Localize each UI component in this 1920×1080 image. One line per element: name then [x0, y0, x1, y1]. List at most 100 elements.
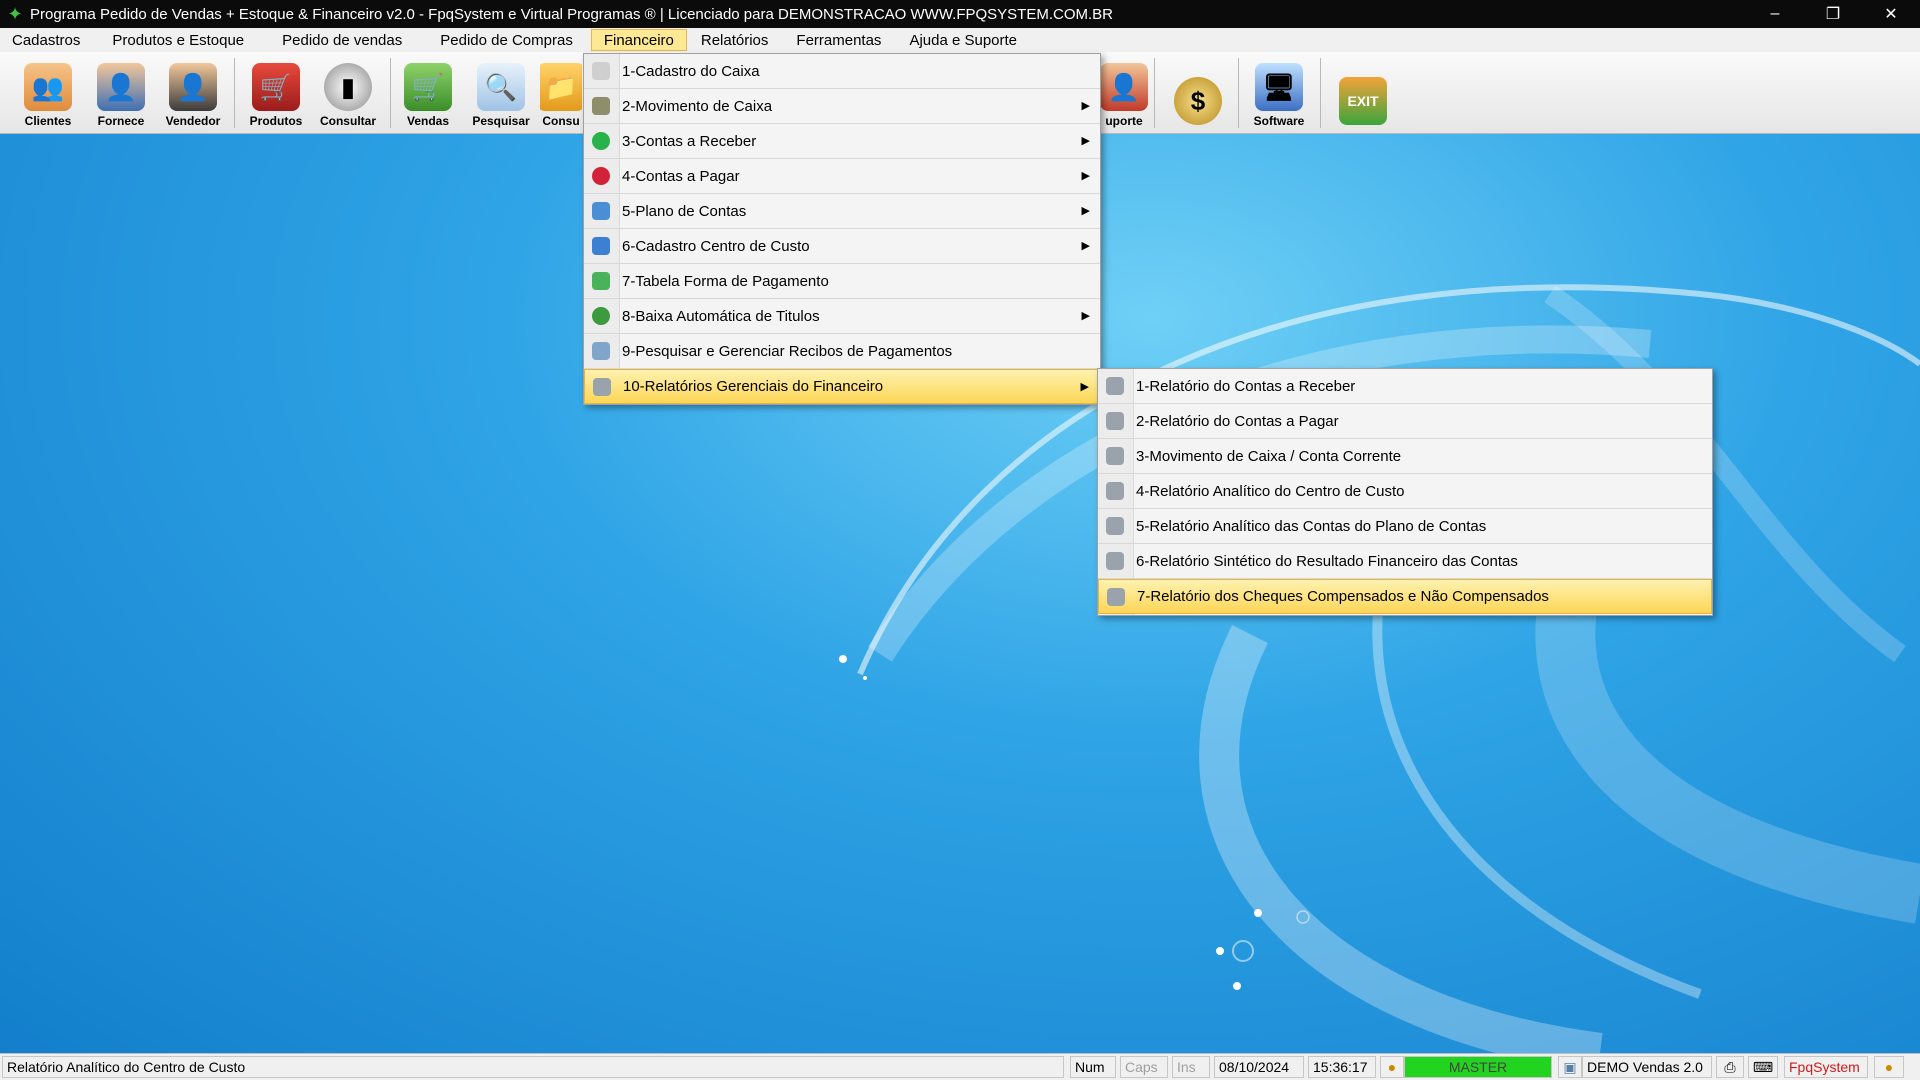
products-icon: 🛒 [252, 63, 300, 111]
menu-item-forma-pagamento[interactable]: 7-Tabela Forma de Pagamento [584, 264, 1100, 299]
menu-item-label: 1-Cadastro do Caixa [622, 62, 760, 80]
menu-item-contas-pagar[interactable]: 4-Contas a Pagar ▶ [584, 159, 1100, 194]
menu-relatorios[interactable]: Relatórios [689, 29, 781, 51]
close-button[interactable]: ✕ [1862, 0, 1920, 28]
auto-settle-icon [584, 299, 618, 334]
toolbar-financeiro[interactable]: $ [1164, 56, 1232, 130]
menu-item-label: 4-Contas a Pagar [622, 167, 740, 185]
menu-item-contas-receber[interactable]: 3-Contas a Receber ▶ [584, 124, 1100, 159]
status-user: MASTER [1404, 1056, 1552, 1078]
printer-icon-swatch [1106, 552, 1124, 570]
chart-of-accounts-icon-swatch [592, 202, 610, 220]
receipts-icon [584, 334, 618, 369]
menu-item-label: 4-Relatório Analítico do Centro de Custo [1136, 482, 1405, 500]
submenu-item-contas-receber[interactable]: 1-Relatório do Contas a Receber [1098, 369, 1712, 404]
restore-button[interactable]: ❐ [1804, 0, 1862, 28]
printer-icon-swatch [593, 377, 611, 396]
window-controls: – ❐ ✕ [1746, 0, 1920, 28]
menu-item-label: 8-Baixa Automática de Titulos [622, 307, 820, 325]
menu-item-plano-contas[interactable]: 5-Plano de Contas ▶ [584, 194, 1100, 229]
version-icon: ▣ [1558, 1056, 1582, 1078]
menu-item-label: 2-Movimento de Caixa [622, 97, 773, 115]
printer-icon [1098, 474, 1132, 509]
chart-of-accounts-icon [584, 194, 618, 229]
toolbar-suporte[interactable]: 👤 uporte [1100, 56, 1148, 130]
payment-method-icon-swatch [592, 272, 610, 290]
toolbar-fornece[interactable]: 👤 Fornece [90, 56, 152, 130]
cash-register-icon [584, 54, 618, 89]
printer-icon-swatch [1106, 412, 1124, 430]
status-version: DEMO Vendas 2.0 [1582, 1056, 1712, 1078]
status-hint: Relatório Analítico do Centro de Custo [2, 1056, 1064, 1078]
clients-icon: 👥 [24, 63, 72, 111]
menu-pedido-vendas[interactable]: Pedido de vendas [270, 29, 414, 51]
toolbar-consultar[interactable]: ▮ Consultar [314, 56, 382, 130]
status-caps: Caps [1120, 1056, 1168, 1078]
menu-cadastros[interactable]: Cadastros [0, 29, 92, 51]
submenu-item-plano-contas[interactable]: 5-Relatório Analítico das Contas do Plan… [1098, 509, 1712, 544]
brand-icon: ● [1874, 1056, 1904, 1078]
submenu-arrow-icon: ▶ [1081, 100, 1090, 112]
menu-item-centro-custo[interactable]: 6-Cadastro Centro de Custo ▶ [584, 229, 1100, 264]
submenu-item-centro-custo[interactable]: 4-Relatório Analítico do Centro de Custo [1098, 474, 1712, 509]
menu-item-cadastro-caixa[interactable]: 1-Cadastro do Caixa [584, 54, 1100, 89]
menu-bar: Cadastros Produtos e Estoque Pedido de v… [0, 28, 1920, 52]
menu-ajuda-suporte[interactable]: Ajuda e Suporte [897, 29, 1029, 51]
submenu-arrow-icon: ▶ [1081, 135, 1090, 147]
menu-pedido-compras[interactable]: Pedido de Compras [428, 29, 585, 51]
menu-item-label: 3-Contas a Receber [622, 132, 757, 150]
menu-item-baixa-automatica[interactable]: 8-Baixa Automática de Titulos ▶ [584, 299, 1100, 334]
menu-item-label: 6-Cadastro Centro de Custo [622, 237, 810, 255]
minimize-button[interactable]: – [1746, 0, 1804, 28]
printer-status-icon[interactable]: ⎙ [1716, 1056, 1744, 1078]
menu-item-label: 6-Relatório Sintético do Resultado Finan… [1136, 552, 1518, 570]
payable-icon [584, 159, 618, 194]
toolbar-clientes[interactable]: 👥 Clientes [18, 56, 78, 130]
status-brand: FpqSystem [1784, 1056, 1868, 1078]
toolbar-separator [1154, 58, 1155, 128]
printer-icon [1098, 509, 1132, 544]
toolbar-label: Pesquisar [472, 114, 530, 128]
menu-item-recibos[interactable]: 9-Pesquisar e Gerenciar Recibos de Pagam… [584, 334, 1100, 369]
toolbar-separator [1238, 58, 1239, 128]
toolbar-consultas[interactable]: 📁 Consu [540, 56, 582, 130]
printer-icon-swatch [1107, 587, 1125, 606]
menu-item-label: 2-Relatório do Contas a Pagar [1136, 412, 1339, 430]
toolbar-exit[interactable]: EXIT [1330, 56, 1396, 130]
window-title: Programa Pedido de Vendas + Estoque & Fi… [30, 5, 1113, 23]
printer-icon-swatch [1106, 517, 1124, 535]
toolbar-vendas[interactable]: 🛒 Vendas [398, 56, 458, 130]
payment-method-icon [584, 264, 618, 299]
menu-item-relatorios-gerenciais[interactable]: 10-Relatórios Gerenciais do Financeiro ▶ [584, 369, 1100, 404]
cash-movement-icon-swatch [592, 97, 610, 115]
submenu-item-cheques[interactable]: 7-Relatório dos Cheques Compensados e Nã… [1098, 579, 1712, 614]
menu-financeiro[interactable]: Financeiro [590, 29, 687, 51]
toolbar-produtos[interactable]: 🛒 Produtos [244, 56, 308, 130]
coin-icon: $ [1174, 77, 1222, 125]
toolbar-vendedor[interactable]: 👤 Vendedor [160, 56, 226, 130]
submenu-item-contas-pagar[interactable]: 2-Relatório do Contas a Pagar [1098, 404, 1712, 439]
barcode-icon: ▮ [324, 63, 372, 111]
toolbar-software[interactable]: 🖥 Software [1246, 56, 1312, 130]
submenu-arrow-icon: ▶ [1081, 310, 1090, 322]
menu-item-label: 3-Movimento de Caixa / Conta Corrente [1136, 447, 1402, 465]
menu-item-movimento-caixa[interactable]: 2-Movimento de Caixa ▶ [584, 89, 1100, 124]
submenu-item-movimento-caixa[interactable]: 3-Movimento de Caixa / Conta Corrente [1098, 439, 1712, 474]
toolbar-label: uporte [1105, 114, 1143, 128]
financeiro-dropdown: 1-Cadastro do Caixa 2-Movimento de Caixa… [583, 53, 1101, 405]
menu-produtos-estoque[interactable]: Produtos e Estoque [100, 29, 256, 51]
keyboard-icon[interactable]: ⌨ [1748, 1056, 1778, 1078]
supplier-icon: 👤 [97, 63, 145, 111]
toolbar-label: Clientes [24, 114, 72, 128]
user-icon: ● [1380, 1056, 1404, 1078]
submenu-item-resultado-financeiro[interactable]: 6-Relatório Sintético do Resultado Finan… [1098, 544, 1712, 579]
cost-center-icon [584, 229, 618, 264]
toolbar-pesquisar[interactable]: 🔍 Pesquisar [466, 56, 536, 130]
toolbar-separator [234, 58, 235, 128]
toolbar-label: Consultar [319, 114, 376, 128]
menu-ferramentas[interactable]: Ferramentas [784, 29, 893, 51]
toolbar-separator [390, 58, 391, 128]
menu-item-label: 10-Relatórios Gerenciais do Financeiro [623, 378, 884, 395]
app-icon: ✦ [7, 3, 23, 24]
cash-movement-icon [584, 89, 618, 124]
